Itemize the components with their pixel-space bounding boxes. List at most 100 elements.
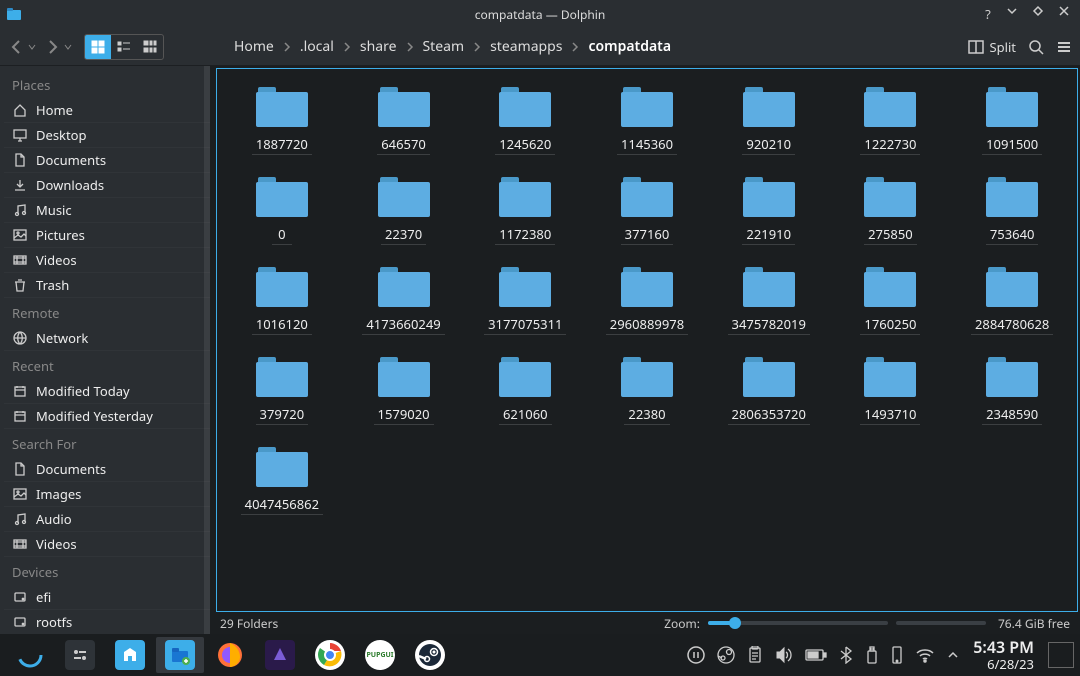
sidebar-item-downloads[interactable]: Downloads — [4, 173, 210, 198]
folder-item[interactable]: 1145360 — [588, 83, 706, 159]
folder-item[interactable]: 0 — [223, 173, 341, 249]
discover-app[interactable] — [106, 637, 154, 673]
sidebar-item-label: Pictures — [36, 226, 85, 244]
folder-item[interactable]: 920210 — [710, 83, 828, 159]
sidebar-scrollbar[interactable] — [204, 66, 210, 634]
show-desktop-button[interactable] — [1048, 642, 1074, 668]
sidebar-item-audio[interactable]: Audio — [4, 507, 210, 532]
close-icon[interactable] — [1058, 5, 1074, 23]
zoom-slider-secondary[interactable] — [896, 621, 986, 625]
breadcrumb-steam[interactable]: Steam — [419, 35, 469, 58]
folder-item[interactable]: 2348590 — [953, 353, 1071, 429]
folder-item[interactable]: 3177075311 — [466, 263, 584, 339]
folder-item[interactable]: 1493710 — [832, 353, 950, 429]
sidebar-item-efi[interactable]: efi — [4, 585, 210, 610]
steam-tray-icon[interactable] — [717, 646, 735, 664]
minimize-icon[interactable] — [1006, 5, 1022, 23]
clipboard-icon[interactable] — [747, 646, 763, 664]
breadcrumb-home[interactable]: Home — [230, 35, 278, 58]
app-launcher[interactable] — [6, 637, 54, 673]
folder-item[interactable]: 621060 — [466, 353, 584, 429]
help-icon[interactable]: ? — [980, 5, 996, 23]
sidebar-item-rootfs[interactable]: rootfs — [4, 610, 210, 634]
folder-item[interactable]: 221910 — [710, 173, 828, 249]
folder-item[interactable]: 1091500 — [953, 83, 1071, 159]
folder-label: 2884780628 — [971, 315, 1053, 335]
free-space: 76.4 GiB free — [998, 615, 1070, 632]
firefox-app[interactable] — [206, 637, 254, 673]
sidebar-item-videos[interactable]: Videos — [4, 248, 210, 273]
folder-view[interactable]: 1887720646570124562011453609202101222730… — [216, 68, 1078, 612]
folder-label: 1579020 — [374, 405, 434, 425]
sidebar-item-modified-yesterday[interactable]: Modified Yesterday — [4, 404, 210, 429]
zoom-slider[interactable] — [708, 621, 888, 625]
video-icon — [12, 252, 28, 268]
breadcrumb-compatdata[interactable]: compatdata — [584, 35, 675, 58]
folder-item[interactable]: 1887720 — [223, 83, 341, 159]
proton-app[interactable] — [256, 637, 304, 673]
folder-item[interactable]: 1222730 — [832, 83, 950, 159]
phone-icon[interactable] — [891, 646, 903, 664]
sidebar-item-network[interactable]: Network — [4, 326, 210, 351]
pupgui-app[interactable]: PUPGUI — [356, 637, 404, 673]
back-button[interactable] — [8, 38, 26, 56]
sidebar-item-trash[interactable]: Trash — [4, 273, 210, 298]
sidebar-item-documents[interactable]: Documents — [4, 148, 210, 173]
folder-item[interactable]: 379720 — [223, 353, 341, 429]
media-pause-icon[interactable] — [687, 646, 705, 664]
sidebar-item-music[interactable]: Music — [4, 198, 210, 223]
sidebar-item-label: Music — [36, 201, 72, 219]
chrome-app[interactable] — [306, 637, 354, 673]
clock[interactable]: 5:43 PM 6/28/23 — [967, 638, 1040, 673]
folder-icon — [864, 267, 916, 307]
folder-icon — [864, 357, 916, 397]
compact-view-button[interactable] — [111, 35, 137, 59]
sidebar-item-images[interactable]: Images — [4, 482, 210, 507]
folder-item[interactable]: 1579020 — [345, 353, 463, 429]
folder-item[interactable]: 2806353720 — [710, 353, 828, 429]
folder-item[interactable]: 275850 — [832, 173, 950, 249]
folder-item[interactable]: 1760250 — [832, 263, 950, 339]
search-button[interactable] — [1028, 39, 1044, 55]
dolphin-app[interactable] — [156, 637, 204, 673]
sidebar-item-pictures[interactable]: Pictures — [4, 223, 210, 248]
folder-item[interactable]: 646570 — [345, 83, 463, 159]
menu-button[interactable] — [1056, 39, 1072, 55]
battery-icon[interactable] — [805, 648, 827, 662]
maximize-icon[interactable] — [1032, 5, 1048, 23]
steam-app[interactable] — [406, 637, 454, 673]
icons-view-button[interactable] — [85, 35, 111, 59]
sidebar-item-documents[interactable]: Documents — [4, 457, 210, 482]
usb-icon[interactable] — [865, 646, 879, 664]
folder-item[interactable]: 1245620 — [466, 83, 584, 159]
sidebar-item-home[interactable]: Home — [4, 98, 210, 123]
folder-item[interactable]: 4047456862 — [223, 443, 341, 519]
folder-item[interactable]: 3475782019 — [710, 263, 828, 339]
folder-icon — [499, 357, 551, 397]
settings-app[interactable] — [56, 637, 104, 673]
details-view-button[interactable] — [137, 35, 163, 59]
split-label: Split — [989, 38, 1016, 56]
folder-item[interactable]: 753640 — [953, 173, 1071, 249]
back-more-icon[interactable] — [28, 43, 36, 51]
breadcrumb-steamapps[interactable]: steamapps — [486, 35, 566, 58]
folder-item[interactable]: 2884780628 — [953, 263, 1071, 339]
sidebar-item-videos[interactable]: Videos — [4, 532, 210, 557]
desktop-icon — [12, 127, 28, 143]
folder-item[interactable]: 2960889978 — [588, 263, 706, 339]
breadcrumb-share[interactable]: share — [356, 35, 401, 58]
wifi-icon[interactable] — [915, 647, 935, 663]
split-button[interactable]: Split — [968, 38, 1016, 56]
folder-item[interactable]: 4173660249 — [345, 263, 463, 339]
folder-item[interactable]: 22380 — [588, 353, 706, 429]
volume-icon[interactable] — [775, 646, 793, 664]
bluetooth-icon[interactable] — [839, 646, 853, 664]
tray-expand-icon[interactable] — [947, 649, 959, 661]
folder-item[interactable]: 22370 — [345, 173, 463, 249]
folder-item[interactable]: 1172380 — [466, 173, 584, 249]
folder-item[interactable]: 1016120 — [223, 263, 341, 339]
sidebar-item-desktop[interactable]: Desktop — [4, 123, 210, 148]
sidebar-item-modified-today[interactable]: Modified Today — [4, 379, 210, 404]
folder-item[interactable]: 377160 — [588, 173, 706, 249]
breadcrumb-.local[interactable]: .local — [296, 35, 338, 58]
